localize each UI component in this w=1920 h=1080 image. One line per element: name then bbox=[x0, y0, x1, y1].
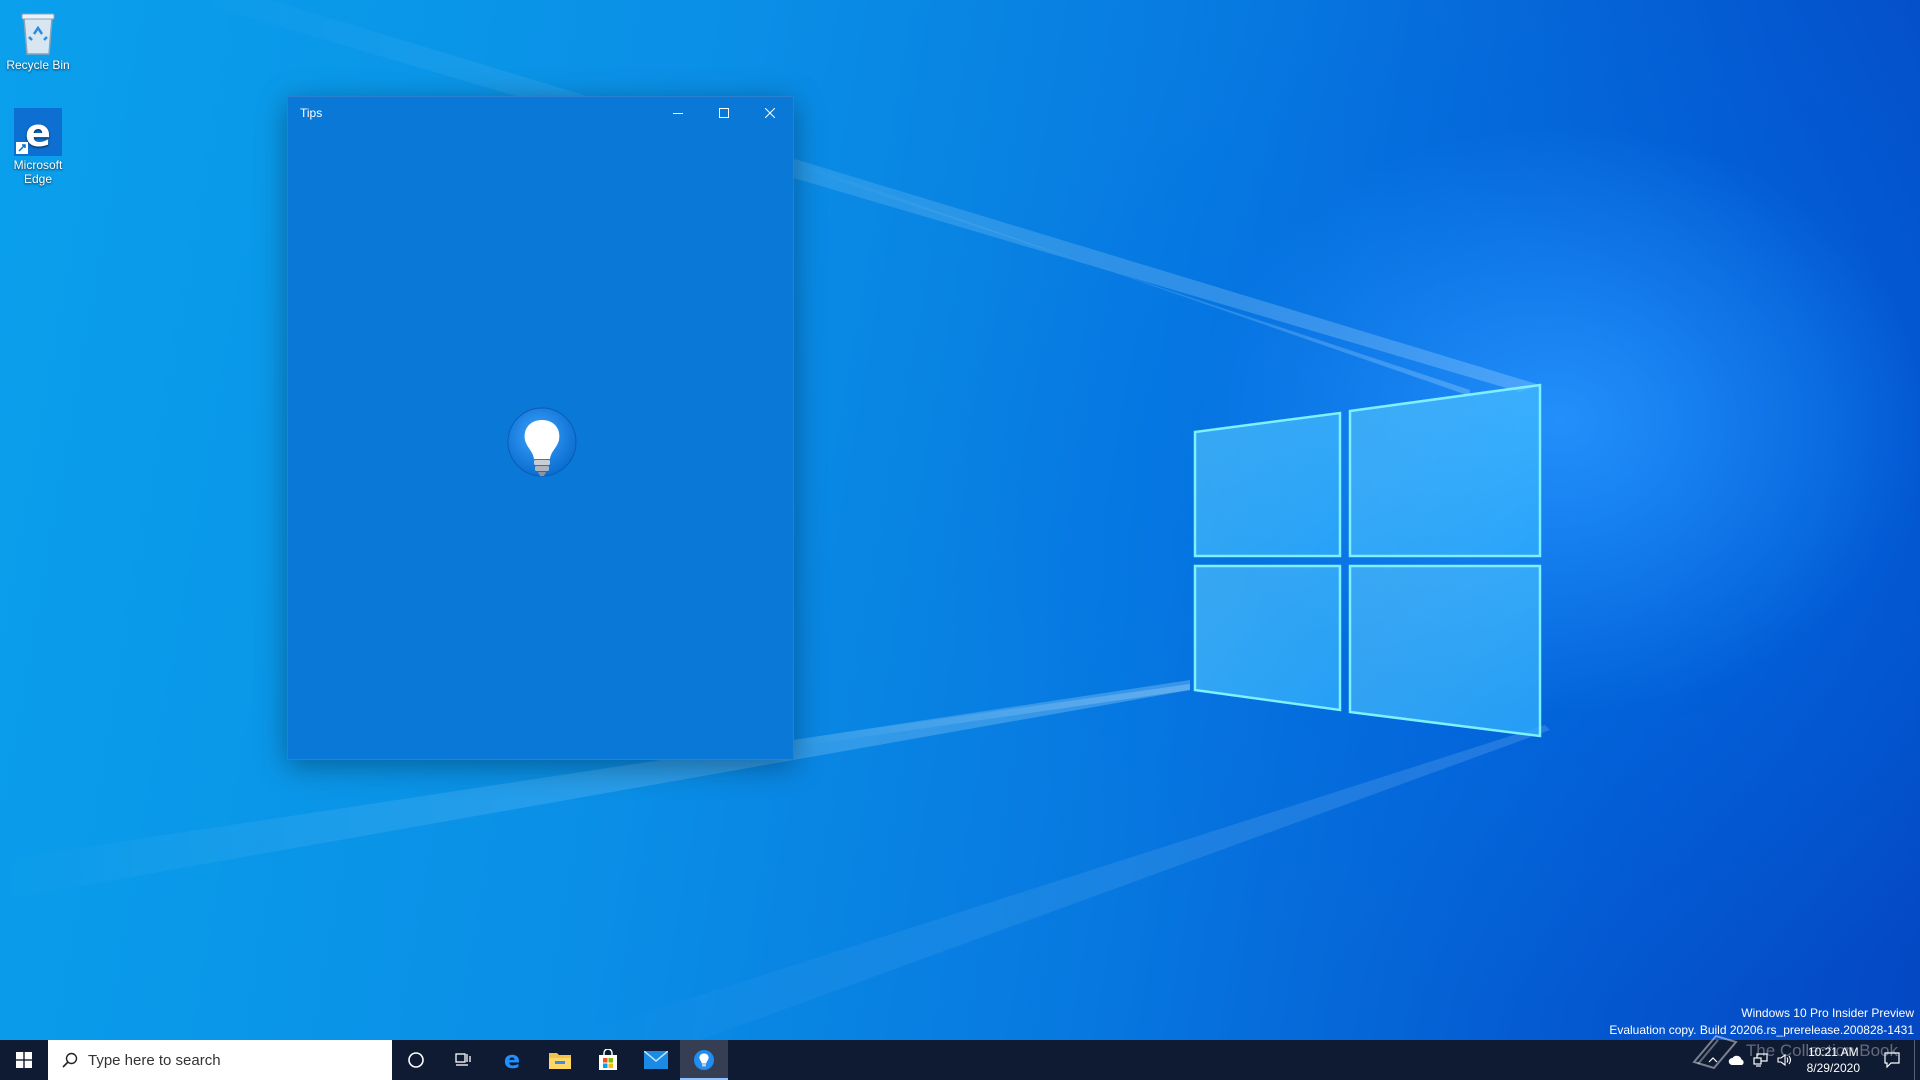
minimize-button[interactable] bbox=[655, 97, 701, 129]
start-button[interactable] bbox=[0, 1040, 48, 1080]
desktop-icon-label: Recycle Bin bbox=[6, 58, 70, 72]
taskbar-search-box[interactable] bbox=[48, 1040, 392, 1080]
search-input[interactable] bbox=[88, 1051, 368, 1069]
edge-icon: e bbox=[504, 1048, 520, 1072]
taskbar-clock[interactable]: 10:21 AM 8/29/2020 bbox=[1797, 1044, 1870, 1076]
search-icon bbox=[62, 1052, 78, 1068]
tips-window[interactable]: Tips bbox=[287, 96, 794, 760]
windows-start-icon bbox=[16, 1052, 32, 1068]
clock-date: 8/29/2020 bbox=[1806, 1061, 1860, 1075]
desktop-icon-recycle-bin[interactable]: Recycle Bin bbox=[0, 8, 76, 72]
action-center-button[interactable] bbox=[1870, 1040, 1914, 1080]
clock-time: 10:21 AM bbox=[1807, 1045, 1859, 1059]
network-button[interactable] bbox=[1749, 1040, 1773, 1080]
lightbulb-icon bbox=[507, 407, 577, 477]
onedrive-cloud-icon bbox=[1728, 1055, 1744, 1065]
desktop-icon-label: Microsoft Edge bbox=[13, 158, 63, 186]
taskbar-tips[interactable] bbox=[680, 1040, 728, 1080]
onedrive-button[interactable] bbox=[1725, 1040, 1749, 1080]
build-watermark: Windows 10 Pro Insider Preview Evaluatio… bbox=[1609, 1005, 1914, 1039]
show-hidden-icons-button[interactable] bbox=[1701, 1040, 1725, 1080]
window-title: Tips bbox=[300, 106, 323, 120]
store-icon bbox=[599, 1049, 617, 1070]
taskbar-edge[interactable]: e bbox=[488, 1040, 536, 1080]
edge-icon: e bbox=[14, 108, 62, 156]
network-icon bbox=[1753, 1053, 1768, 1067]
chevron-up-icon bbox=[1708, 1057, 1718, 1063]
maximize-button[interactable] bbox=[701, 97, 747, 129]
volume-button[interactable] bbox=[1773, 1040, 1797, 1080]
system-tray: 10:21 AM 8/29/2020 bbox=[1701, 1040, 1920, 1080]
task-view-icon bbox=[455, 1053, 471, 1066]
taskbar-mail[interactable] bbox=[632, 1040, 680, 1080]
cortana-circle-icon bbox=[408, 1052, 424, 1068]
lightbulb-icon bbox=[694, 1050, 714, 1070]
close-icon bbox=[765, 108, 775, 118]
desktop-icon-edge[interactable]: e Microsoft Edge bbox=[0, 108, 76, 186]
cortana-button[interactable] bbox=[392, 1040, 440, 1080]
volume-icon bbox=[1777, 1053, 1791, 1067]
watermark-build: Evaluation copy. Build 20206.rs_prerelea… bbox=[1609, 1023, 1914, 1037]
svg-text:e: e bbox=[25, 111, 51, 155]
mail-icon bbox=[644, 1051, 668, 1069]
recycle-bin-icon bbox=[21, 13, 55, 55]
svg-text:e: e bbox=[504, 1048, 520, 1072]
maximize-icon bbox=[719, 108, 729, 118]
notification-icon bbox=[1884, 1052, 1900, 1068]
taskbar-file-explorer[interactable] bbox=[536, 1040, 584, 1080]
minimize-icon bbox=[673, 113, 683, 114]
watermark-edition: Windows 10 Pro Insider Preview bbox=[1741, 1006, 1914, 1020]
task-view-button[interactable] bbox=[440, 1040, 488, 1080]
show-desktop-button[interactable] bbox=[1914, 1040, 1920, 1080]
folder-icon bbox=[549, 1053, 571, 1069]
windows-logo-wallpaper bbox=[1193, 383, 1542, 738]
window-titlebar[interactable]: Tips bbox=[288, 97, 793, 129]
taskbar: e bbox=[0, 1040, 1920, 1080]
close-button[interactable] bbox=[747, 97, 793, 129]
taskbar-store[interactable] bbox=[584, 1040, 632, 1080]
